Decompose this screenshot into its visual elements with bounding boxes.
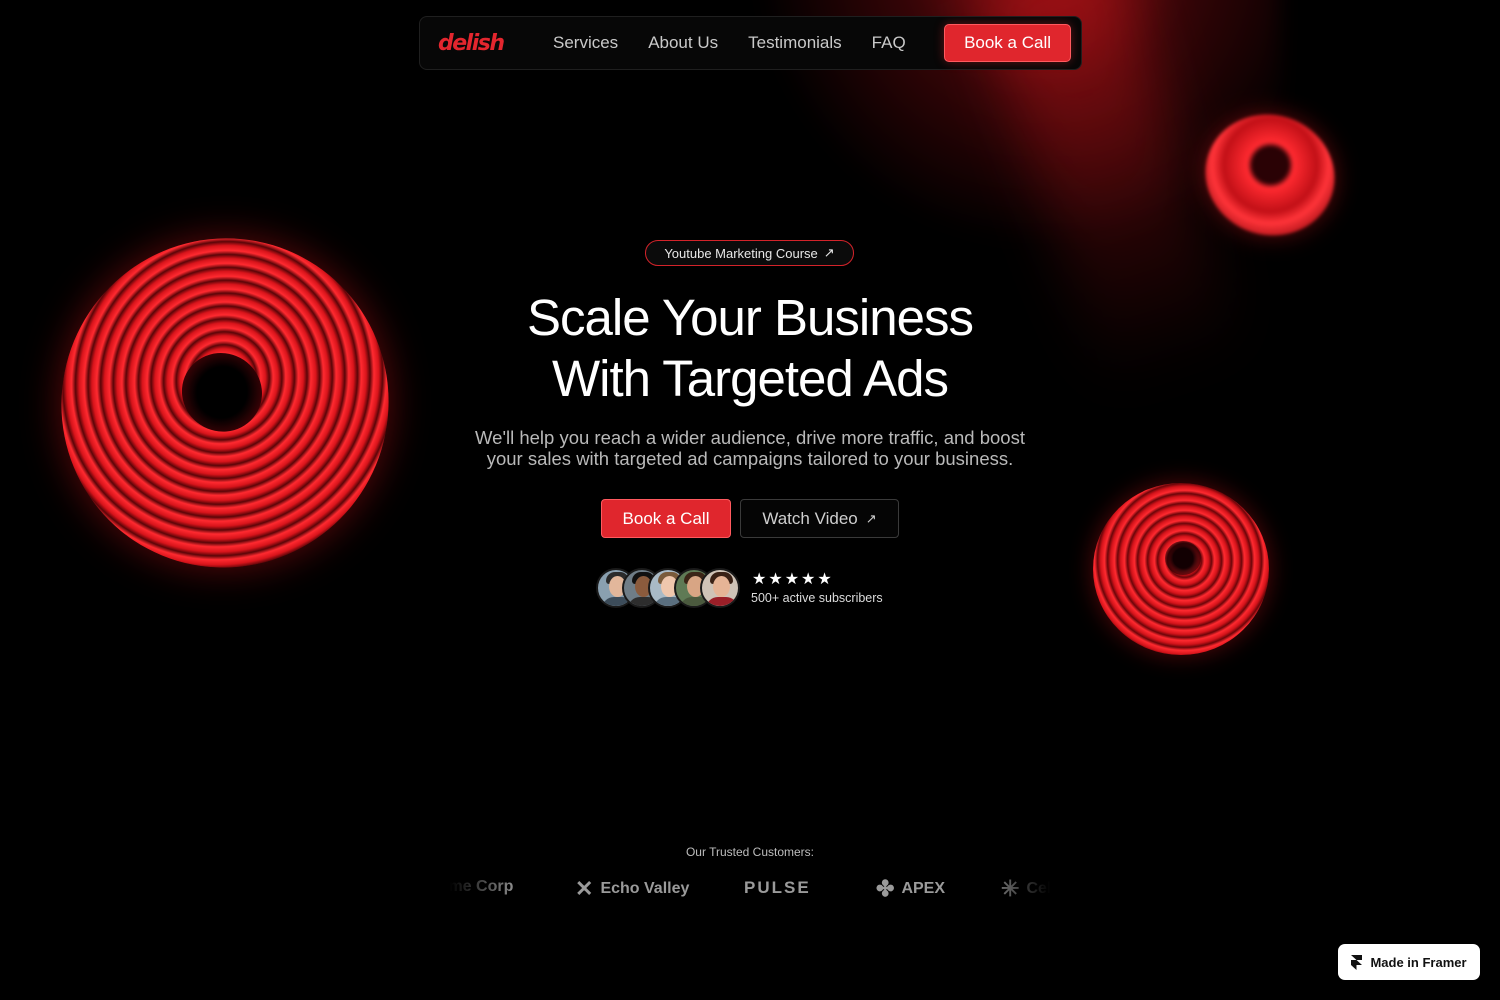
clover-icon: ✤: [876, 876, 895, 901]
red-torus-left: [3, 180, 447, 626]
star-icon: ★: [817, 569, 833, 588]
asterisk-icon: ✳: [1001, 876, 1020, 901]
watch-video-label: Watch Video: [762, 508, 858, 528]
arrow-up-right-icon: ↗: [823, 245, 835, 260]
hero-book-call-button[interactable]: Book a Call: [601, 499, 731, 538]
red-torus-right: [1093, 483, 1269, 655]
hero-heading-line-2: With Targeted Ads: [552, 350, 949, 407]
customer-logo-label: Echo Valley: [600, 880, 690, 897]
brand-logo[interactable]: delish: [438, 31, 538, 56]
customer-logo-echo-valley: ✕ Echo Valley: [575, 878, 689, 900]
customer-logo-label: Acme Corp: [450, 878, 514, 895]
star-icon: ★: [784, 569, 801, 588]
nav-link-faq[interactable]: FAQ: [872, 33, 906, 53]
customer-logo-label: PULSE: [744, 878, 811, 897]
top-navigation: delish Services About Us Testimonials FA…: [419, 16, 1082, 70]
star-icon: ★: [768, 569, 784, 588]
subscriber-avatars: [596, 568, 746, 608]
customer-logo-label: Celestial: [1026, 880, 1050, 897]
nav-link-services[interactable]: Services: [553, 33, 618, 53]
hero-heading-line-1: Scale Your Business: [527, 289, 974, 346]
framer-icon: [1351, 954, 1363, 970]
avatar: [700, 568, 740, 608]
made-in-framer-badge[interactable]: Made in Framer: [1338, 944, 1480, 980]
star-icon: ★: [752, 569, 768, 588]
hero-subtitle-line-1: We'll help you reach a wider audience, d…: [475, 427, 1025, 448]
arrow-up-right-icon: ↗: [865, 510, 877, 526]
star-icon: ★: [801, 569, 817, 588]
subscriber-count: 500+ active subscribers: [751, 591, 883, 605]
hero-heading: Scale Your Business With Targeted Ads: [400, 287, 1100, 409]
five-star-rating: ★★★★★: [752, 569, 834, 588]
customer-logo-pulse: PULSE: [744, 878, 811, 898]
x-shape-icon: ✕: [575, 876, 594, 901]
trusted-customers-label: Our Trusted Customers:: [685, 845, 815, 859]
customer-logo-label: APEX: [901, 880, 946, 897]
course-pill-label: Youtube Marketing Course: [664, 245, 818, 261]
customer-logo-marquee: Acme Corp ✕ Echo Valley PULSE ✤ APEX ✳ C…: [450, 868, 1050, 912]
nav-link-testimonials[interactable]: Testimonials: [748, 33, 842, 53]
framer-badge-label: Made in Framer: [1370, 954, 1467, 970]
hero-subtitle: We'll help you reach a wider audience, d…: [425, 427, 1075, 469]
hero-subtitle-line-2: your sales with targeted ad campaigns ta…: [486, 448, 1014, 469]
customer-logo-celestial: ✳ Celestial: [1001, 878, 1050, 900]
course-pill-link[interactable]: Youtube Marketing Course ↗: [645, 240, 854, 266]
nav-link-about-us[interactable]: About Us: [648, 33, 718, 53]
customer-logo-apex: ✤ APEX: [876, 878, 945, 900]
watch-video-button[interactable]: Watch Video ↗: [740, 499, 899, 538]
nav-book-call-button[interactable]: Book a Call: [944, 24, 1071, 62]
customer-logo-acme-corp: Acme Corp: [450, 878, 513, 896]
